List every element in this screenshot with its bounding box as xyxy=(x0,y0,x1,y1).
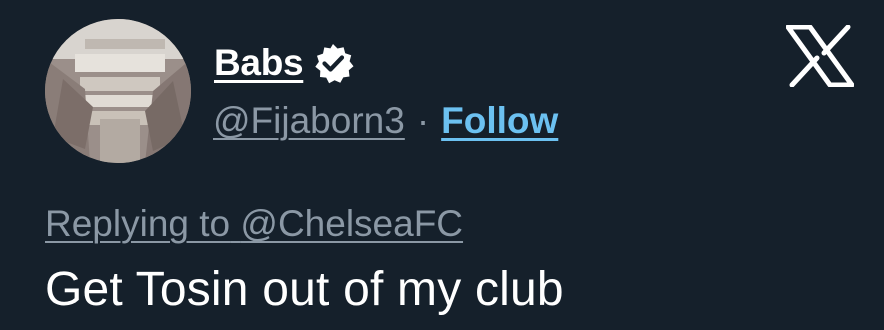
author-name-row: Babs xyxy=(214,38,355,88)
verified-badge-icon xyxy=(311,41,355,85)
x-logo-icon[interactable] xyxy=(785,24,855,88)
author-display-name[interactable]: Babs xyxy=(214,42,304,84)
reply-mention-link[interactable]: @ChelseaFC xyxy=(240,203,463,244)
author-handle-row: @Fijaborn3 · Follow xyxy=(213,97,558,145)
avatar[interactable] xyxy=(45,19,191,163)
author-handle[interactable]: @Fijaborn3 xyxy=(213,100,405,142)
tweet-card: Babs @Fijaborn3 · Follow Replying to @Ch… xyxy=(0,0,884,330)
follow-link[interactable]: Follow xyxy=(441,100,558,142)
replying-to-label: Replying to xyxy=(45,203,231,244)
separator-dot: · xyxy=(416,100,430,141)
reply-context: Replying to @ChelseaFC xyxy=(45,203,463,245)
avatar-photo xyxy=(45,19,191,163)
tweet-text: Get Tosin out of my club xyxy=(45,263,564,316)
